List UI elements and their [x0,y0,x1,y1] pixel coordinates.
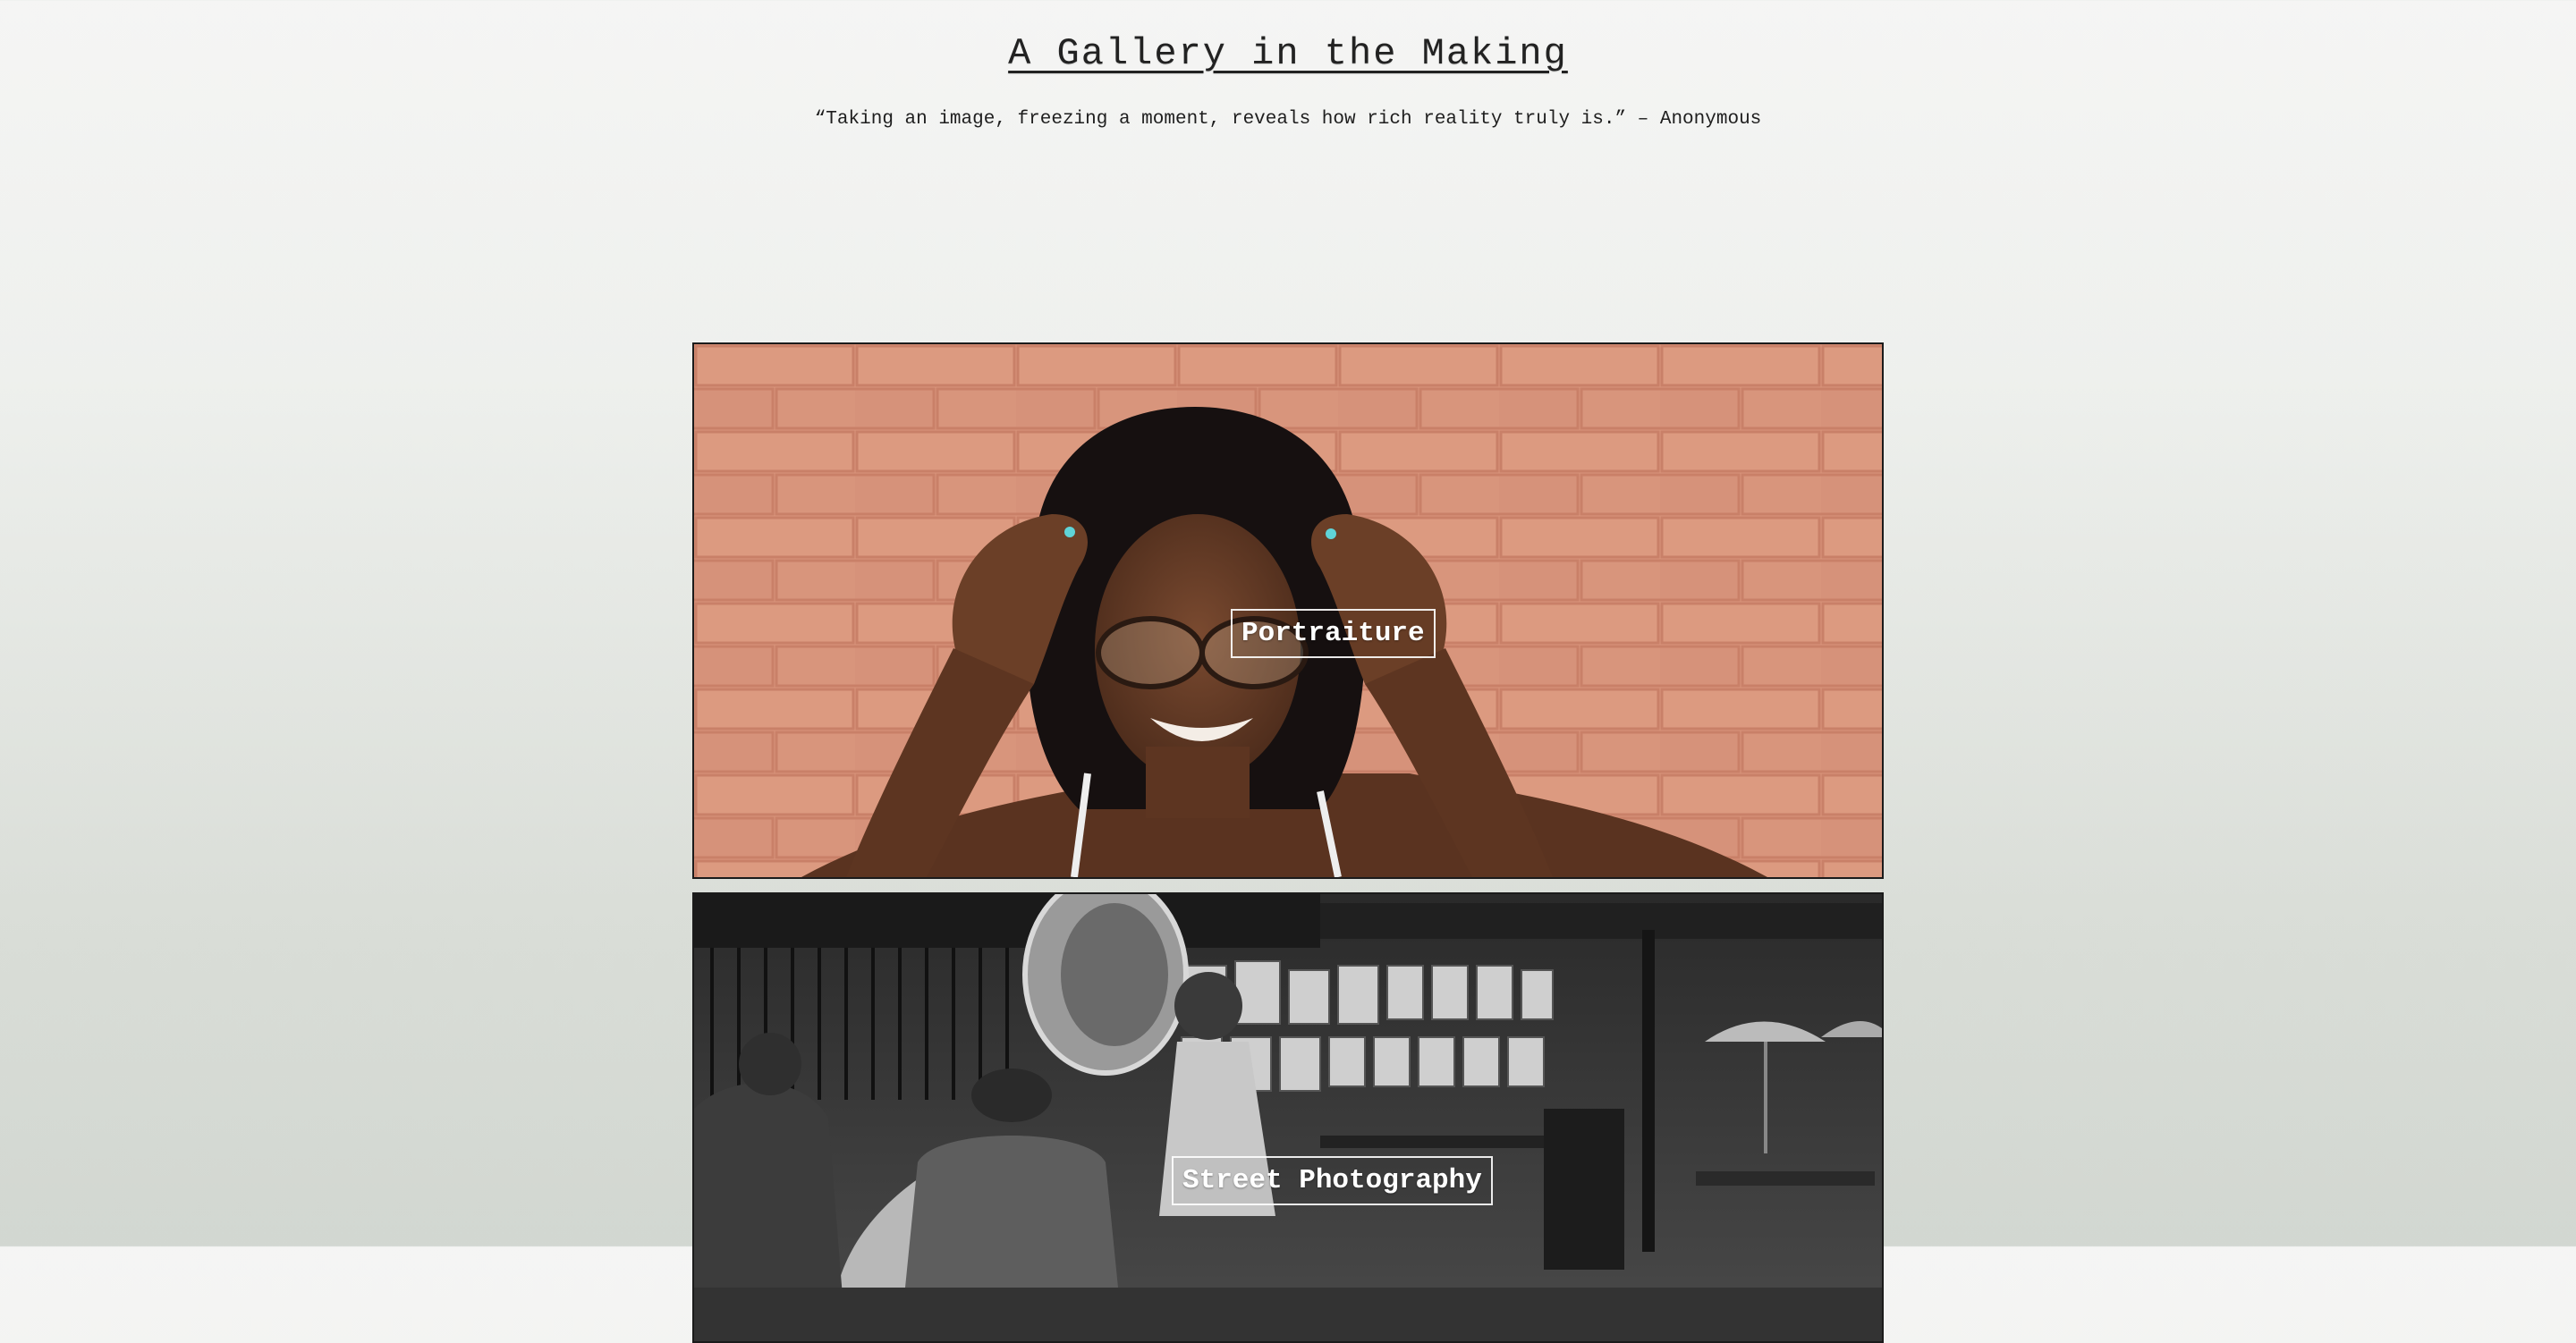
gallery-card-portraiture[interactable]: Portraiture [692,342,1884,879]
gallery-card-street-photography[interactable]: Street Photography [692,892,1884,1343]
street-photo [694,894,1882,1341]
gallery-card-label: Street Photography [1172,1156,1493,1205]
gallery-card-label: Portraiture [1231,609,1436,658]
page-title: A Gallery in the Making [1008,32,1568,75]
page-quote: “Taking an image, freezing a moment, rev… [814,109,1762,130]
